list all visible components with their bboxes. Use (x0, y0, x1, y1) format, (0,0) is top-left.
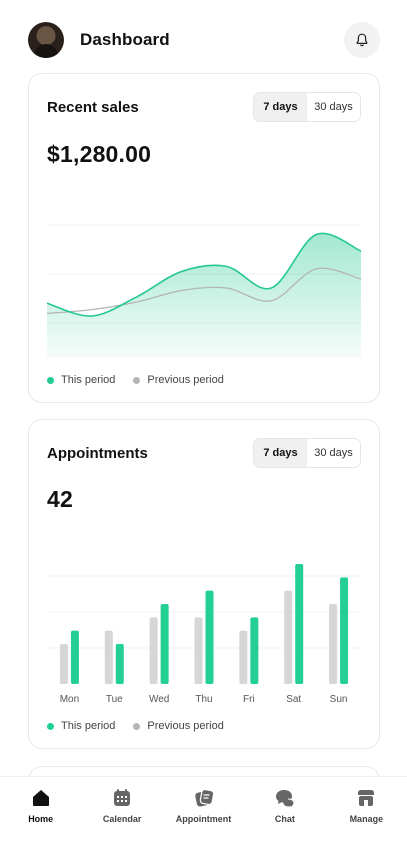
tab-calendar[interactable]: Calendar (81, 777, 162, 848)
bar-this-thu (205, 590, 214, 684)
tab-label: Manage (349, 814, 384, 824)
chat-icon (275, 790, 295, 809)
tab-manage[interactable]: Manage (326, 777, 407, 848)
bar-previous-fri (239, 630, 248, 684)
bar-this-sun (340, 577, 349, 684)
x-tick-label: Wed (149, 694, 169, 705)
x-tick-label: Sun (330, 694, 348, 705)
range-toggle: 7 days 30 days (253, 92, 361, 122)
legend-label: This period (61, 720, 116, 732)
bell-icon (356, 33, 368, 47)
sales-total: $1,280.00 (47, 141, 152, 167)
bar-previous-thu (194, 617, 203, 684)
tab-label: Home (28, 814, 54, 824)
bar-previous-sat (284, 590, 293, 684)
notifications-button[interactable] (344, 22, 380, 58)
legend-previous-period: Previous period (133, 720, 224, 732)
tab-chat[interactable]: Chat (244, 777, 325, 848)
tab-appointment[interactable]: Appointment (163, 777, 244, 848)
tab-label: Chat (274, 814, 295, 824)
appointments-card: Appointments 7 days 30 days 42 Mon Tue Wed… (28, 419, 380, 749)
bar-previous-sun (329, 604, 338, 684)
tab-label: Calendar (102, 814, 142, 824)
range-30-days[interactable]: 30 days (307, 93, 360, 121)
x-tick-label: Mon (60, 694, 79, 705)
range-30-days[interactable]: 30 days (307, 439, 360, 467)
appointments-total: 42 (47, 486, 73, 512)
manage-icon (358, 790, 375, 806)
bar-this-sat (295, 564, 304, 684)
range-7-days[interactable]: 7 days (254, 439, 307, 467)
legend-this-period: This period (47, 720, 115, 732)
chart-legend: This period Previous period (47, 720, 224, 732)
legend-label: This period (61, 374, 116, 386)
card-title: Recent sales (47, 99, 139, 116)
legend-label: Previous period (147, 720, 224, 732)
page-title: Dashboard (80, 30, 170, 49)
legend-dot (133, 376, 141, 384)
bottom-tab-bar: Home Calendar Appointment Chat Manage (0, 776, 407, 848)
calendar-icon (114, 789, 131, 806)
recent-sales-card: Recent sales 7 days 30 days $1,280.00 Th… (28, 73, 380, 403)
chart-legend: This period Previous period (47, 374, 224, 386)
bar-previous-mon (59, 644, 68, 684)
bar-this-wed (160, 604, 169, 684)
range-toggle: 7 days 30 days (253, 438, 361, 468)
series-area-this-period (47, 233, 361, 358)
x-tick-label: Thu (195, 694, 212, 705)
bar-this-fri (250, 617, 259, 684)
bar-this-tue (115, 644, 124, 684)
range-7-days[interactable]: 7 days (254, 93, 307, 121)
legend-dot (47, 376, 54, 384)
legend-dot (133, 722, 141, 730)
bar-previous-wed (149, 617, 158, 684)
x-tick-label: Tue (106, 694, 123, 705)
tab-home[interactable]: Home (0, 777, 81, 848)
legend-previous-period: Previous period (133, 374, 224, 386)
header: Dashboard (28, 22, 380, 58)
avatar[interactable] (28, 22, 64, 58)
legend-label: Previous period (147, 374, 224, 386)
legend-dot (47, 722, 54, 730)
home-icon (32, 790, 49, 806)
x-tick-label: Sat (286, 694, 301, 705)
bar-previous-tue (104, 630, 113, 684)
card-title: Appointments (47, 445, 148, 462)
tab-label: Appointment (175, 814, 232, 824)
appointment-icon (194, 788, 214, 807)
x-tick-label: Fri (243, 694, 255, 705)
bar-this-mon (70, 630, 79, 684)
appointments-chart: Mon Tue Wed Thu Fri Sat Sun (47, 564, 361, 705)
legend-this-period: This period (47, 374, 115, 386)
